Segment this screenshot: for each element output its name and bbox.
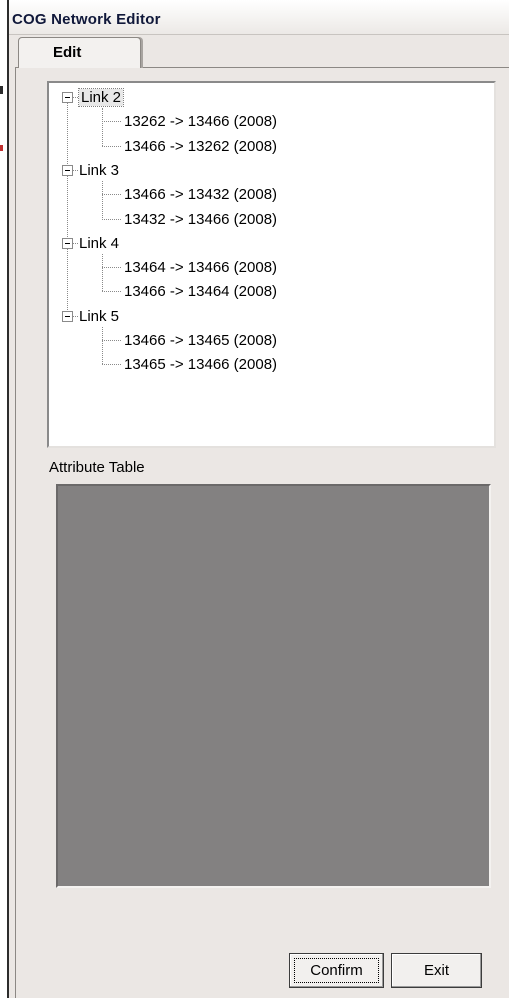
title-bar[interactable]: COG Network Editor <box>9 0 509 35</box>
tab-edit-label: Edit <box>53 44 82 61</box>
tree-node-label: 13466 -> 13465 (2008) <box>124 332 278 349</box>
tab-edit[interactable]: Edit <box>18 37 141 68</box>
tree-connector <box>102 121 121 123</box>
cog-network-editor-window: COG Network Editor Edit Link 2 13262 -> 1… <box>7 0 509 998</box>
tree-connector <box>67 248 68 310</box>
tree-connector <box>102 291 121 293</box>
window-edge-mark <box>0 86 3 94</box>
tree-node-label: Link 3 <box>79 161 120 179</box>
tree-connector <box>102 108 103 146</box>
tree-node-label: 13466 -> 13262 (2008) <box>124 137 278 155</box>
tree-connector <box>73 315 78 317</box>
tree-node-direction[interactable]: 13466 -> 13465 (2008) <box>124 329 277 352</box>
tree-connector <box>102 267 121 269</box>
tree-node-direction[interactable]: 13465 -> 13466 (2008) <box>124 353 277 376</box>
tree-node-label: 13464 -> 13466 (2008) <box>124 259 278 277</box>
collapse-toggle-icon[interactable] <box>62 237 73 249</box>
tree-connector <box>102 254 103 292</box>
tree-node-direction[interactable]: 13262 -> 13466 (2008) <box>124 110 277 133</box>
tree-node-link[interactable]: Link 5 <box>79 305 119 328</box>
tree-connector <box>67 175 68 237</box>
network-link-tree[interactable]: Link 2 13262 -> 13466 (2008) 13466 -> 1326… <box>47 81 496 448</box>
tree-connector <box>102 340 121 341</box>
collapse-toggle-icon[interactable] <box>62 164 73 176</box>
tree-node-link[interactable]: Link 2 <box>77 86 125 109</box>
tree-connector <box>73 242 78 244</box>
tree-connector <box>67 103 68 164</box>
exit-button[interactable]: Exit <box>391 953 482 988</box>
tree-node-label: 13466 -> 13432 (2008) <box>124 186 278 204</box>
window-edge-mark <box>0 145 3 151</box>
tree-node-label: 13466 -> 13464 (2008) <box>124 283 278 301</box>
tree-node-direction[interactable]: 13466 -> 13262 (2008) <box>124 135 277 158</box>
tree-node-direction[interactable]: 13466 -> 13432 (2008) <box>124 183 277 206</box>
tree-node-link[interactable]: Link 3 <box>79 159 119 182</box>
tree-node-direction[interactable]: 13464 -> 13466 (2008) <box>124 256 277 279</box>
tree-connector <box>102 145 121 147</box>
window-title: COG Network Editor <box>12 11 161 28</box>
tree-node-direction[interactable]: 13432 -> 13466 (2008) <box>124 208 277 231</box>
tree-node-direction[interactable]: 13466 -> 13464 (2008) <box>124 280 277 303</box>
attribute-table[interactable] <box>56 484 491 888</box>
collapse-toggle-icon[interactable] <box>62 92 73 103</box>
confirm-button[interactable]: Confirm <box>289 953 384 988</box>
tree-node-label: Link 2 <box>77 88 125 107</box>
tree-node-label: 13465 -> 13466 (2008) <box>124 356 278 374</box>
tree-connector <box>73 169 78 171</box>
tree-connector <box>102 194 121 196</box>
tree-node-label: Link 4 <box>79 234 120 252</box>
tree-connector <box>102 218 121 220</box>
collapse-toggle-icon[interactable] <box>62 310 73 322</box>
tree-connector <box>102 364 121 366</box>
tab-panel-border <box>15 67 16 998</box>
tree-node-label: 13432 -> 13466 (2008) <box>124 210 278 228</box>
tree-node-link[interactable]: Link 4 <box>79 232 119 255</box>
attribute-table-label: Attribute Table <box>49 459 145 476</box>
tree-connector <box>73 97 78 98</box>
tree-node-label: 13262 -> 13466 (2008) <box>124 113 278 131</box>
tree-connector <box>102 181 103 219</box>
tree-node-label: Link 5 <box>79 307 120 325</box>
tree-connector <box>102 327 103 365</box>
